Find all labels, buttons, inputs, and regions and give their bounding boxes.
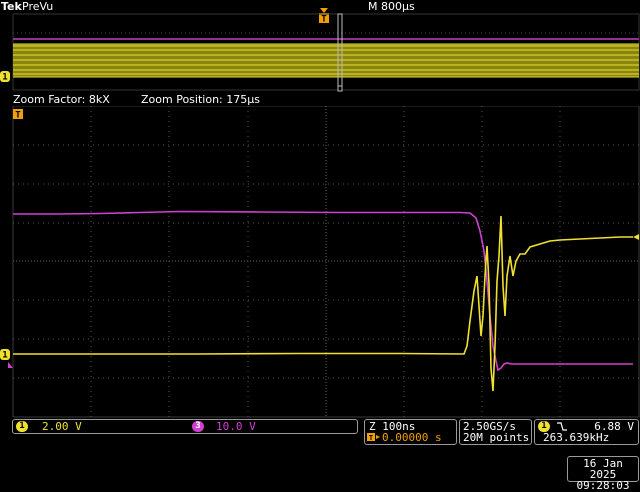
horizontal-position: 0.00000 s — [382, 431, 442, 444]
trigger-level-marker[interactable] — [633, 234, 639, 240]
ch3-scale[interactable]: 10.0 V — [216, 420, 256, 433]
trigger-position-marker[interactable]: T — [319, 8, 329, 25]
ch3-ground-marker[interactable] — [8, 362, 13, 368]
date-time: 16 Jan 2025 09:28:03 — [567, 456, 639, 491]
zoom-trigger-marker[interactable]: T — [13, 109, 23, 121]
trigger-frequency: 263.639kHz — [543, 431, 610, 444]
svg-text:T: T — [369, 434, 373, 442]
ch1-badge-label: 1 — [2, 351, 7, 361]
ch3-status-badge: 3 — [192, 421, 204, 432]
ch3-trace — [13, 210, 633, 372]
trigger-status[interactable]: 1 6.88 V 263.639kHz — [534, 419, 639, 445]
overview-graphics: T 1 — [0, 8, 640, 92]
trigger-position-icon: T — [367, 432, 380, 442]
channel-status-bar[interactable]: 1 2.00 V 3 10.0 V — [12, 419, 358, 434]
ch1-status-badge: 1 — [16, 421, 28, 432]
zoom-position: Zoom Position: 175µs — [141, 93, 260, 106]
zoom-factor: Zoom Factor: 8kX — [13, 93, 110, 106]
trigger-arrow-icon — [320, 8, 328, 13]
horizontal-status[interactable]: Z 100ns T 0.00000 s — [364, 419, 457, 445]
waveform-display: T 1 — [0, 106, 640, 418]
trigger-badge-label: T — [321, 15, 327, 25]
date: 16 Jan 2025 — [583, 457, 623, 481]
acquisition-status[interactable]: 2.50GS/s 20M points — [459, 419, 532, 445]
ch1-scale[interactable]: 2.00 V — [42, 420, 82, 433]
zoom-info: Zoom Factor: 8kX Zoom Position: 175µs — [0, 93, 640, 106]
graticule-center-axes — [13, 106, 639, 417]
zoom-window-handle[interactable] — [337, 85, 343, 92]
zoom-trigger-badge-label: T — [15, 111, 21, 121]
ch1-overview-marker[interactable]: 1 — [0, 71, 10, 83]
ch1-overview-badge-label: 1 — [2, 73, 7, 83]
ch1-ground-marker[interactable]: 1 — [0, 349, 10, 361]
time: 09:28:03 — [576, 479, 630, 492]
record-length: 20M points — [463, 431, 530, 444]
